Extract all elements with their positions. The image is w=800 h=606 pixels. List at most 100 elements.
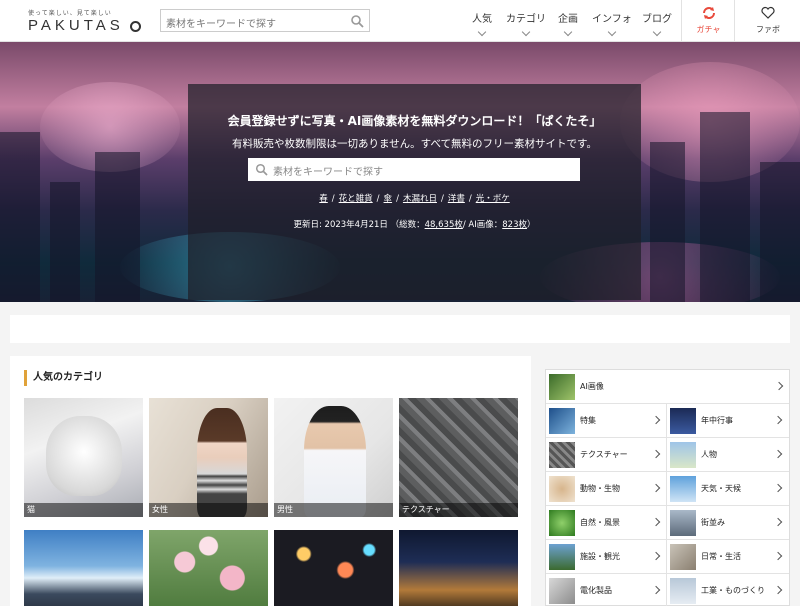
people-thumbnail (670, 442, 696, 468)
sidebar-item-weather[interactable]: 天気・天候 (667, 472, 789, 506)
sidebar-item-nature[interactable]: 自然・風景 (546, 506, 667, 540)
sidebar-item-label: 動物・生物 (580, 484, 620, 493)
chevron-right-icon (773, 585, 783, 595)
heart-icon (761, 6, 775, 19)
logo-wordmark: PAKUTAS (28, 17, 124, 34)
update-info: 更新日: 2023年4月21日 （総数：48,635枚/ AI画像：823枚） (188, 218, 641, 230)
hero-building (760, 162, 800, 302)
nav-info[interactable]: インフォ (592, 10, 632, 37)
chevron-right-icon (773, 483, 783, 493)
sidebar-item-annual-events[interactable]: 年中行事 (667, 404, 789, 438)
features-thumbnail (549, 408, 575, 434)
category-tile-bokeh[interactable] (274, 530, 393, 606)
section-title: 人気のカテゴリ (24, 370, 103, 386)
category-tile-woman[interactable]: 女性 (149, 398, 268, 517)
search-icon[interactable] (350, 14, 364, 28)
category-tile-landscape[interactable] (24, 530, 143, 606)
sidebar-item-label: 街並み (701, 518, 725, 527)
man-photo (304, 406, 366, 517)
update-suffix: ） (526, 220, 536, 230)
chevron-down-icon (521, 27, 531, 37)
electronics-thumbnail (549, 578, 575, 604)
nav-blog[interactable]: ブログ (642, 10, 672, 37)
hero-panel: 会員登録せずに写真・AI画像素材を無料ダウンロード！「ぱくたそ」 有料販売や枚数… (188, 84, 641, 300)
gacha-button[interactable]: ガチャ (681, 0, 734, 41)
sidebar-item-industry[interactable]: 工業・ものづくり (667, 574, 789, 606)
nav-popular[interactable]: 人気 (472, 10, 492, 37)
chevron-right-icon (773, 551, 783, 561)
hero-tag[interactable]: 光・ボケ (476, 194, 510, 204)
header-search-input[interactable]: 素材をキーワードで探す (160, 9, 370, 32)
sidebar-item-texture[interactable]: テクスチャー (546, 438, 667, 472)
sidebar-item-label: 電化製品 (580, 586, 612, 595)
category-tile-cat[interactable]: 猫 (24, 398, 143, 517)
daily-life-thumbnail (670, 544, 696, 570)
animals-thumbnail (549, 476, 575, 502)
refresh-icon (703, 7, 715, 19)
category-tile-texture[interactable]: テクスチャー (399, 398, 518, 517)
sidebar-item-ai-images[interactable]: AI画像 (546, 370, 789, 404)
sidebar-item-animals[interactable]: 動物・生物 (546, 472, 667, 506)
sidebar-item-label: 天気・天候 (701, 484, 741, 493)
hero-tag[interactable]: 春 (319, 194, 328, 204)
category-tile-night-city[interactable] (399, 530, 518, 606)
sidebar-item-label: 施設・観光 (580, 552, 620, 561)
hero-subtitle: 有料販売や枚数制限は一切ありません。すべて無料のフリー素材サイトです。 (232, 138, 597, 150)
texture-thumbnail (549, 442, 575, 468)
nav-projects-label: 企画 (558, 14, 578, 25)
ai-count-link[interactable]: 823枚 (502, 220, 527, 230)
cityscape-thumbnail (670, 510, 696, 536)
category-tile-label: 男性 (274, 503, 393, 517)
hero-building (0, 132, 40, 302)
weather-thumbnail (670, 476, 696, 502)
sidebar-item-sightseeing[interactable]: 施設・観光 (546, 540, 667, 574)
sidebar-item-label: テクスチャー (580, 450, 628, 459)
sidebar-item-electronics[interactable]: 電化製品 (546, 574, 667, 606)
hero-tag[interactable]: 洋書 (448, 194, 465, 204)
woman-photo (197, 408, 247, 517)
category-sidebar: AI画像 特集 年中行事 テクスチャー 人物 動物・生物 天気・天候 自然・風景 (545, 369, 790, 606)
nav-category[interactable]: カテゴリ (506, 10, 546, 37)
hero-tag[interactable]: 傘 (384, 194, 393, 204)
hero-building (95, 152, 140, 302)
category-tile-label: テクスチャー (399, 503, 518, 517)
chevron-right-icon (651, 415, 661, 425)
chevron-right-icon (773, 415, 783, 425)
header-search-placeholder: 素材をキーワードで探す (166, 19, 276, 30)
favorites-label: ファボ (756, 25, 780, 34)
hero-building (50, 182, 80, 302)
chevron-down-icon (652, 27, 662, 37)
hero-search-input[interactable]: 素材をキーワードで探す (248, 158, 580, 181)
notice-bar (10, 315, 790, 343)
sidebar-item-label: 特集 (580, 416, 596, 425)
update-prefix: 更新日: 2023年4月21日 （総数： (293, 220, 425, 230)
category-tile-flowers[interactable] (149, 530, 268, 606)
sidebar-item-label: 自然・風景 (580, 518, 620, 527)
chevron-right-icon (651, 483, 661, 493)
nav-popular-label: 人気 (472, 14, 492, 25)
sidebar-item-daily-life[interactable]: 日常・生活 (667, 540, 789, 574)
hero-tag[interactable]: 木漏れ日 (403, 194, 437, 204)
site-header: 使って楽しい、見て楽しい PAKUTAS 素材をキーワードで探す 人気 カテゴリ… (0, 0, 800, 42)
industry-thumbnail (670, 578, 696, 604)
sidebar-item-people[interactable]: 人物 (667, 438, 789, 472)
nature-thumbnail (549, 510, 575, 536)
sidebar-item-features[interactable]: 特集 (546, 404, 667, 438)
nav-projects[interactable]: 企画 (558, 10, 578, 37)
sidebar-item-cityscape[interactable]: 街並み (667, 506, 789, 540)
total-count-link[interactable]: 48,635枚 (425, 220, 463, 230)
hero-tag-list: 春 / 花と雑貨 / 傘 / 木漏れ日 / 洋書 / 光・ボケ (319, 194, 510, 204)
chevron-right-icon (651, 449, 661, 459)
sidebar-item-label: 日常・生活 (701, 552, 741, 561)
hero-search-placeholder: 素材をキーワードで探す (273, 167, 383, 178)
chevron-down-icon (563, 27, 573, 37)
popular-categories: 人気のカテゴリ 猫 女性 男性 テクスチャー (10, 356, 531, 606)
chevron-right-icon (651, 517, 661, 527)
hero-tag[interactable]: 花と雑貨 (339, 194, 373, 204)
favorites-button[interactable]: ファボ (734, 0, 800, 41)
hero-title: 会員登録せずに写真・AI画像素材を無料ダウンロード！「ぱくたそ」 (227, 114, 602, 128)
chevron-right-icon (773, 449, 783, 459)
site-logo[interactable]: 使って楽しい、見て楽しい PAKUTAS (22, 6, 142, 36)
hero-building (650, 142, 685, 302)
category-tile-man[interactable]: 男性 (274, 398, 393, 517)
